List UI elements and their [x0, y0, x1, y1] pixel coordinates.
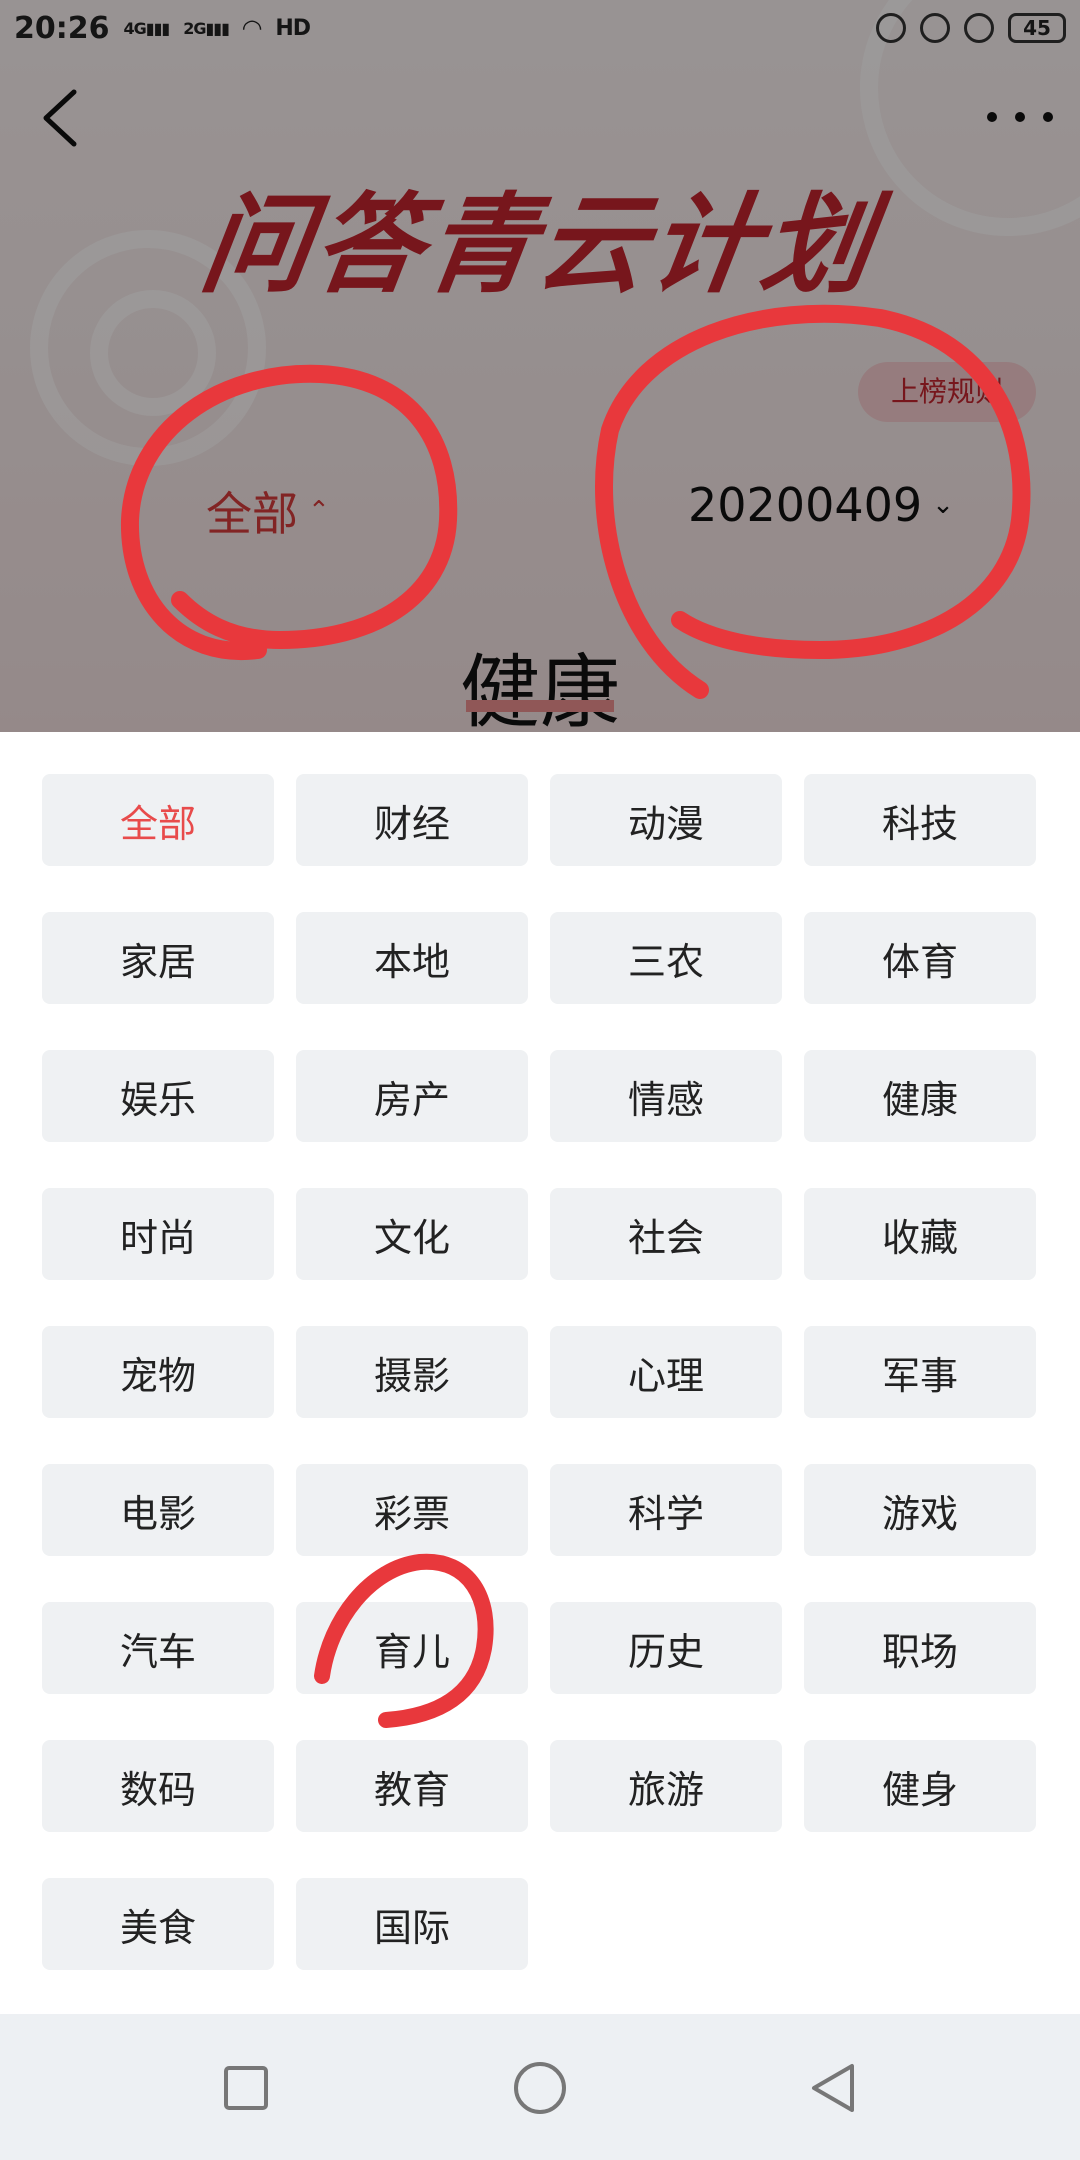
category-chip[interactable]: 收藏	[804, 1188, 1036, 1280]
category-chip[interactable]: 数码	[42, 1740, 274, 1832]
category-chip[interactable]: 科学	[550, 1464, 782, 1556]
category-chip[interactable]: 健康	[804, 1050, 1036, 1142]
category-chip[interactable]: 教育	[296, 1740, 528, 1832]
category-chip[interactable]: 育儿	[296, 1602, 528, 1694]
category-chip[interactable]: 家居	[42, 912, 274, 1004]
category-chip[interactable]: 本地	[296, 912, 528, 1004]
square-icon[interactable]	[216, 2058, 276, 2118]
category-grid: 全部 财经 动漫 科技家居 本地 三农 体育娱乐 房产 情感 健康时尚 文化 社会 收藏宠物 摄影 心理 军事…	[42, 774, 1038, 1970]
category-chip[interactable]: 汽车	[42, 1602, 274, 1694]
triangle-back-icon[interactable]	[804, 2058, 864, 2118]
category-chip[interactable]: 历史	[550, 1602, 782, 1694]
category-chip[interactable]: 动漫	[550, 774, 782, 866]
navigation-bar	[0, 2014, 1080, 2160]
category-chip[interactable]: 财经	[296, 774, 528, 866]
category-chip[interactable]: 情感	[550, 1050, 782, 1142]
category-chip[interactable]: 科技	[804, 774, 1036, 866]
category-chip[interactable]: 宠物	[42, 1326, 274, 1418]
category-chip[interactable]: 房产	[296, 1050, 528, 1142]
category-panel: 全部 财经 动漫 科技家居 本地 三农 体育娱乐 房产 情感 健康时尚 文化 社会 收藏宠物 摄影 心理 军事…	[0, 732, 1080, 2014]
category-chip[interactable]: 旅游	[550, 1740, 782, 1832]
category-chip[interactable]: 全部	[42, 774, 274, 866]
category-chip[interactable]: 社会	[550, 1188, 782, 1280]
category-chip[interactable]: 三农	[550, 912, 782, 1004]
category-chip[interactable]: 军事	[804, 1326, 1036, 1418]
category-chip[interactable]: 摄影	[296, 1326, 528, 1418]
category-chip[interactable]: 时尚	[42, 1188, 274, 1280]
category-chip[interactable]: 心理	[550, 1326, 782, 1418]
category-chip[interactable]: 彩票	[296, 1464, 528, 1556]
category-chip[interactable]: 国际	[296, 1878, 528, 1970]
category-chip[interactable]: 电影	[42, 1464, 274, 1556]
category-chip[interactable]: 美食	[42, 1878, 274, 1970]
category-chip[interactable]: 游戏	[804, 1464, 1036, 1556]
category-chip[interactable]: 文化	[296, 1188, 528, 1280]
dim-overlay[interactable]	[0, 0, 1080, 732]
category-chip[interactable]: 体育	[804, 912, 1036, 1004]
category-chip[interactable]: 健身	[804, 1740, 1036, 1832]
category-chip[interactable]: 娱乐	[42, 1050, 274, 1142]
category-chip[interactable]: 职场	[804, 1602, 1036, 1694]
circle-icon[interactable]	[510, 2058, 570, 2118]
